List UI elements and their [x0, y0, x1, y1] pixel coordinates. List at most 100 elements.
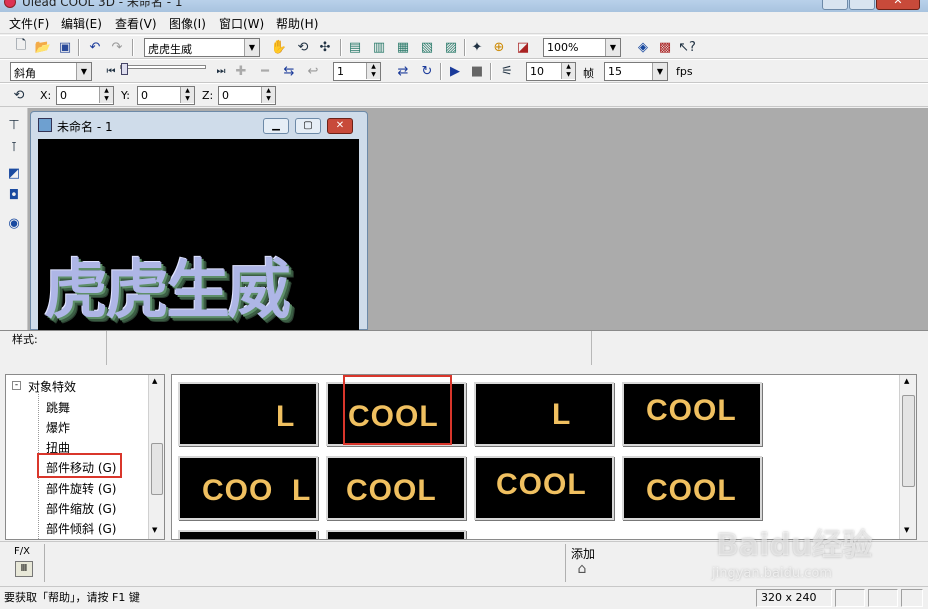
scroll-up-icon[interactable]: ▲ — [152, 377, 157, 385]
edit-text-icon[interactable]: ⊺ — [5, 138, 23, 156]
render-canvas[interactable]: 虎虎生威 — [38, 139, 359, 331]
context-help-icon[interactable]: ↖? — [678, 38, 696, 56]
size-object-icon[interactable]: ✣ — [316, 38, 334, 56]
view-front-icon[interactable]: ▤ — [346, 38, 364, 56]
tree-item-part-move[interactable]: 部件移动 (G) — [46, 459, 116, 476]
tree-scrollbar[interactable]: ▲ ▼ — [148, 375, 164, 539]
spin-down-icon[interactable]: ▼ — [561, 71, 575, 79]
chevron-down-icon[interactable]: ▼ — [605, 39, 620, 56]
chevron-down-icon[interactable]: ▼ — [652, 63, 667, 80]
swap-icon[interactable]: ⇄ — [394, 62, 412, 80]
canvas-3d-text[interactable]: 虎虎生威 — [44, 239, 291, 331]
spin-up-icon[interactable]: ▲ — [99, 87, 113, 95]
menu-image[interactable]: 图像(I) — [169, 15, 206, 32]
undo-icon[interactable]: ↶ — [86, 38, 104, 56]
doc-minimize-button[interactable]: ▁ — [263, 118, 289, 134]
effect-thumbnail[interactable] — [326, 530, 466, 539]
menu-help[interactable]: 帮助(H) — [276, 15, 318, 32]
maximize-button[interactable] — [849, 0, 875, 10]
add-keyframe-icon[interactable]: ✚ — [232, 62, 250, 80]
save-icon[interactable]: ▣ — [56, 38, 74, 56]
minimize-button[interactable] — [822, 0, 848, 10]
new-file-icon[interactable]: 🗋 — [12, 38, 30, 56]
effect-thumbnail[interactable]: COOL — [622, 382, 762, 446]
spin-up-icon[interactable]: ▲ — [180, 87, 194, 95]
spin-down-icon[interactable]: ▼ — [99, 95, 113, 103]
reverse-icon[interactable]: ⇆ — [280, 62, 298, 80]
effect-thumbnail[interactable]: L — [178, 382, 318, 446]
frame-spinner[interactable]: 1 ▲ ▼ — [333, 62, 381, 81]
redo-icon[interactable]: ↷ — [108, 38, 126, 56]
stop-icon[interactable]: ■ — [468, 62, 486, 80]
spin-down-icon[interactable]: ▼ — [366, 71, 380, 79]
effect-thumbnail[interactable]: COOL — [326, 456, 466, 520]
camera-icon[interactable]: ◪ — [514, 38, 532, 56]
loop-back-icon[interactable]: ↩ — [304, 62, 322, 80]
menu-edit[interactable]: 编辑(E) — [61, 15, 102, 32]
menu-file[interactable]: 文件(F) — [9, 15, 49, 32]
position-mode-icon[interactable]: ⟲ — [10, 86, 28, 104]
collapse-icon[interactable]: - — [12, 381, 21, 390]
add-house-icon[interactable]: ⌂ — [573, 561, 591, 579]
edit-shape-icon[interactable]: ◘ — [5, 186, 23, 204]
tree-root-object-effects[interactable]: 对象特效 — [28, 378, 76, 395]
menu-view[interactable]: 查看(V) — [115, 15, 157, 32]
first-frame-icon[interactable]: ⏮ — [102, 62, 120, 80]
play-icon[interactable]: ▶ — [446, 62, 464, 80]
spin-down-icon[interactable]: ▼ — [180, 95, 194, 103]
doc-close-button[interactable]: ✕ — [327, 118, 353, 134]
close-button[interactable]: ✕ — [876, 0, 920, 10]
render-icon[interactable]: ◈ — [634, 38, 652, 56]
document-window[interactable]: 未命名 - 1 ▁ ▢ ✕ 虎虎生威 — [30, 111, 368, 331]
effect-thumbnail[interactable]: COO L — [178, 456, 318, 520]
view-reset-icon[interactable]: ▨ — [442, 38, 460, 56]
insert-geometric-icon[interactable]: ◉ — [5, 214, 23, 232]
chevron-down-icon[interactable]: ▼ — [76, 63, 91, 80]
effects-tree[interactable]: - 对象特效 跳舞 爆炸 扭曲 部件移动 (G) 部件旋转 (G) 部件缩放 (… — [5, 374, 165, 540]
effect-thumbnail[interactable]: COOL — [326, 382, 466, 446]
timeline-slider[interactable] — [120, 65, 206, 69]
last-frame-icon[interactable]: ⏭ — [212, 62, 230, 80]
loop-icon[interactable]: ↻ — [418, 62, 436, 80]
chevron-down-icon[interactable]: ▼ — [244, 39, 259, 56]
effects-gallery[interactable]: L COOL L COOL COO L COOL COOL COOL ▲ ▼ — [171, 374, 917, 540]
z-spinner[interactable]: 0 ▲ ▼ — [218, 86, 276, 105]
hand-move-icon[interactable]: ✋ — [270, 38, 288, 56]
light-icon[interactable]: ✦ — [468, 38, 486, 56]
zoom-combo[interactable]: 100% ▼ — [543, 38, 621, 57]
effect-thumbnail[interactable]: COOL — [622, 456, 762, 520]
tree-item-explode[interactable]: 爆炸 — [46, 419, 70, 436]
tree-item-part-scale[interactable]: 部件缩放 (G) — [46, 500, 116, 517]
tree-item-dance[interactable]: 跳舞 — [46, 399, 70, 416]
spin-up-icon[interactable]: ▲ — [366, 63, 380, 71]
tree-item-part-rotate[interactable]: 部件旋转 (G) — [46, 480, 116, 497]
gallery-scrollbar[interactable]: ▲ ▼ — [899, 375, 916, 539]
view-side-icon[interactable]: ▦ — [394, 38, 412, 56]
effect-thumbnail[interactable]: L — [474, 382, 614, 446]
menu-window[interactable]: 窗口(W) — [219, 15, 264, 32]
y-spinner[interactable]: 0 ▲ ▼ — [137, 86, 195, 105]
bevel-combo[interactable]: 斜角 ▼ — [10, 62, 92, 81]
effect-thumbnail[interactable] — [178, 530, 318, 539]
insert-text-icon[interactable]: ⊤ — [5, 116, 23, 134]
insert-shape-icon[interactable]: ◩ — [5, 164, 23, 182]
spin-down-icon[interactable]: ▼ — [261, 95, 275, 103]
remove-keyframe-icon[interactable]: ━ — [256, 62, 274, 80]
scroll-up-icon[interactable]: ▲ — [904, 377, 909, 385]
tree-item-part-skew[interactable]: 部件倾斜 (G) — [46, 520, 116, 537]
x-spinner[interactable]: 0 ▲ ▼ — [56, 86, 114, 105]
scroll-down-icon[interactable]: ▼ — [152, 526, 157, 534]
tree-item-twist[interactable]: 扭曲 — [46, 439, 70, 456]
fps-combo[interactable]: 15 ▼ — [604, 62, 668, 81]
gallery-scroll-thumb[interactable] — [902, 395, 915, 487]
fx-icon[interactable]: Ⅲ — [15, 561, 33, 577]
properties-icon[interactable]: ▩ — [656, 38, 674, 56]
view-top-icon[interactable]: ▥ — [370, 38, 388, 56]
frame-count-spinner[interactable]: 10 ▲ ▼ — [526, 62, 576, 81]
spin-up-icon[interactable]: ▲ — [561, 63, 575, 71]
effect-thumbnail[interactable]: COOL — [474, 456, 614, 520]
globe-icon[interactable]: ⊕ — [490, 38, 508, 56]
text-object-combo[interactable]: 虎虎生威 ▼ — [144, 38, 260, 57]
rotate-object-icon[interactable]: ⟲ — [294, 38, 312, 56]
tree-scroll-thumb[interactable] — [151, 443, 163, 495]
